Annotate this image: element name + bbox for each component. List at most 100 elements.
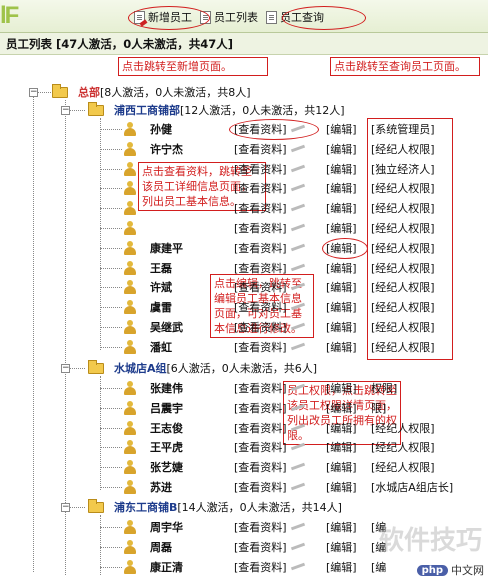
edit-link[interactable]: [编辑] <box>326 539 357 555</box>
folder-icon <box>88 499 104 513</box>
person-icon <box>124 460 136 475</box>
edit-link[interactable]: [编辑] <box>326 121 357 137</box>
top-toolbar: lF 新增员工 员工列表 员工查询 <box>0 0 488 33</box>
edit-link[interactable]: [编辑] <box>326 459 357 475</box>
pencil-icon <box>290 203 306 212</box>
view-profile-link[interactable]: [查看资料] <box>234 161 287 177</box>
view-profile-link[interactable]: [查看资料] <box>234 459 287 475</box>
employee-name: 吕震宇 <box>150 401 183 415</box>
edit-link[interactable]: [编辑] <box>326 439 357 455</box>
pencil-icon <box>290 263 306 271</box>
edit-link[interactable]: [编辑] <box>326 279 357 295</box>
edit-link[interactable]: [编辑] <box>326 519 357 535</box>
edit-link[interactable]: [编辑] <box>326 420 357 436</box>
person-icon <box>124 141 136 156</box>
view-profile-link[interactable]: [查看资料] <box>234 200 287 216</box>
employee-name: 许斌 <box>150 281 172 295</box>
view-profile-link[interactable]: [查看资料] <box>234 400 287 416</box>
edit-link[interactable]: [编辑] <box>326 180 357 196</box>
folder-icon <box>52 84 68 98</box>
permission-link[interactable]: [水城店A组店长] <box>371 479 453 495</box>
pencil-icon <box>290 144 306 153</box>
tree-line <box>100 208 122 210</box>
collapse-toggle[interactable]: − <box>61 503 70 512</box>
employee-name: 王平虎 <box>150 441 183 455</box>
person-icon <box>124 480 136 494</box>
employee-name: 张建伟 <box>150 382 183 395</box>
view-profile-link[interactable]: [查看资料] <box>234 141 287 157</box>
person-icon <box>124 539 136 554</box>
pencil-icon <box>290 522 306 531</box>
view-profile-link[interactable]: [查看资料] <box>234 279 287 295</box>
dept-node-c[interactable]: 浦东工商铺B[14人激活，0人未激活，共14人] <box>114 499 342 515</box>
view-profile-link[interactable]: [查看资料] <box>234 420 287 436</box>
permission-link[interactable]: [经纪人权限] <box>371 420 435 436</box>
view-profile-link[interactable]: [查看资料] <box>234 519 287 535</box>
edit-link[interactable]: [编辑] <box>326 141 357 157</box>
tree-line <box>100 188 122 190</box>
collapse-toggle[interactable]: − <box>61 106 70 115</box>
view-profile-link[interactable]: [查看资料] <box>234 380 287 396</box>
permission-link[interactable]: [经纪人权限] <box>371 459 435 475</box>
employee-name: 王志俊 <box>150 421 183 435</box>
edit-link[interactable]: [编辑] <box>326 479 357 495</box>
collapse-toggle[interactable]: − <box>29 88 38 97</box>
dept-node-b[interactable]: 水城店A组[6人激活，0人未激活，共6人] <box>114 360 317 376</box>
employee-name: 周宇华 <box>150 521 183 534</box>
permission-highlight-box <box>367 118 453 360</box>
edit-link[interactable]: [编辑] <box>326 559 357 575</box>
tree-line <box>100 228 122 229</box>
tree-line <box>100 118 101 350</box>
view-profile-link[interactable]: [查看资料] <box>234 180 287 196</box>
person-icon <box>124 240 136 255</box>
edit-link[interactable]: [编辑] <box>326 400 357 416</box>
edit-link[interactable]: [编辑] <box>326 380 357 396</box>
tree-line <box>100 407 122 409</box>
tree-line <box>100 427 122 429</box>
tree-line <box>100 287 122 289</box>
dept-node-a[interactable]: 浦西工商铺部[12人激活，0人未激活，共12人] <box>114 102 345 118</box>
edit-link[interactable]: [编辑] <box>326 260 357 276</box>
edit-link[interactable]: [编辑] <box>326 319 357 335</box>
person-icon <box>124 400 136 415</box>
edit-link[interactable]: [编辑] <box>326 161 357 177</box>
highlight-ellipse <box>282 6 366 30</box>
view-profile-link[interactable]: [查看资料] <box>234 339 287 355</box>
view-profile-link[interactable]: [查看资料] <box>234 479 287 495</box>
view-profile-link[interactable]: [查看资料] <box>234 539 287 555</box>
collapse-toggle[interactable]: − <box>61 364 70 373</box>
view-profile-link[interactable]: [查看资料] <box>234 220 287 236</box>
employee-name: 许宁杰 <box>150 142 183 156</box>
folder-icon <box>88 360 104 374</box>
edit-link[interactable]: [编辑] <box>326 339 357 355</box>
view-profile-link[interactable]: [查看资料] <box>234 299 287 315</box>
employee-name: 潘虹 <box>150 340 172 354</box>
permission-link[interactable]: [经纪人权限] <box>371 439 435 455</box>
view-profile-link[interactable]: [查看资料] <box>234 439 287 455</box>
view-profile-link[interactable]: [查看资料] <box>234 319 287 335</box>
employee-name: 张艺婕 <box>150 461 183 475</box>
view-profile-link[interactable]: [查看资料] <box>234 260 287 276</box>
permission-link[interactable]: 权限] <box>371 380 397 396</box>
doc-icon <box>266 10 277 24</box>
person-icon <box>124 161 136 176</box>
person-icon <box>124 559 136 574</box>
edit-link[interactable]: [编辑] <box>326 220 357 236</box>
callout-add: 点击跳转至新增页面。 <box>118 57 268 76</box>
person-icon <box>124 221 136 235</box>
person-icon <box>124 381 136 395</box>
tree-line <box>100 447 122 449</box>
person-icon <box>124 300 136 315</box>
edit-link[interactable]: [编辑] <box>326 299 357 315</box>
root-node[interactable]: 总部[8人激活，0人未激活，共8人] <box>78 84 251 100</box>
view-profile-link[interactable]: [查看资料] <box>234 559 287 575</box>
tree-line <box>100 267 122 269</box>
edit-link[interactable]: [编辑] <box>326 200 357 216</box>
permission-link[interactable]: 限] <box>371 400 386 416</box>
person-icon <box>124 520 136 534</box>
view-profile-link[interactable]: [查看资料] <box>234 240 287 256</box>
pencil-icon <box>290 184 306 192</box>
pencil-icon <box>290 562 306 570</box>
permission-link[interactable]: [编 <box>371 559 386 575</box>
employee-name: 孙健 <box>150 123 172 136</box>
